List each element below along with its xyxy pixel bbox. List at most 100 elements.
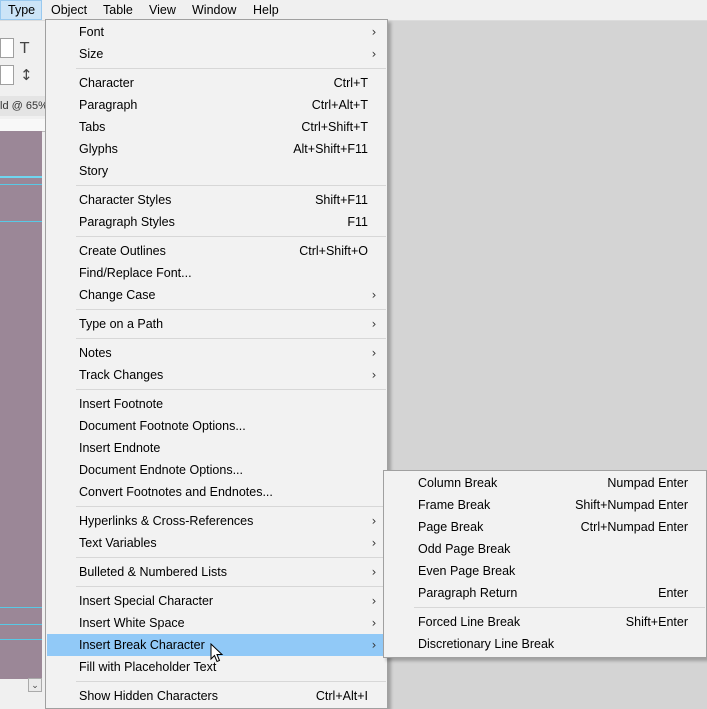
guide-line	[0, 221, 42, 222]
menu-item-show-hidden-characters[interactable]: Show Hidden Characters Ctrl+Alt+I	[47, 685, 386, 707]
menu-item-label: Insert Footnote	[79, 397, 164, 411]
menu-item-discretionary-line-break[interactable]: Discretionary Line Break	[385, 633, 705, 655]
menu-item-shortcut: Ctrl+T	[333, 76, 368, 90]
menu-help[interactable]: Help	[253, 0, 279, 20]
menu-item-insert-footnote[interactable]: Insert Footnote	[47, 393, 386, 415]
menu-window[interactable]: Window	[192, 0, 236, 20]
menu-item-paragraph[interactable]: Paragraph Ctrl+Alt+T	[47, 94, 386, 116]
menu-item-tabs[interactable]: Tabs Ctrl+Shift+T	[47, 116, 386, 138]
menu-item-label: Show Hidden Characters	[79, 689, 218, 703]
menu-item-label: Change Case	[79, 288, 156, 302]
menu-item-label: Insert Endnote	[79, 441, 161, 455]
menu-item-label: Find/Replace Font...	[79, 266, 192, 280]
font-size-field[interactable]	[0, 38, 14, 58]
type-size-icon[interactable]: T	[20, 38, 40, 58]
menu-type[interactable]: Type	[0, 0, 42, 20]
menu-item-shortcut: Ctrl+Alt+T	[311, 98, 368, 112]
menu-separator	[76, 506, 386, 507]
menu-separator	[76, 338, 386, 339]
menu-item-label: Insert Break Character	[79, 638, 205, 652]
menu-item-document-endnote-options[interactable]: Document Endnote Options...	[47, 459, 386, 481]
menu-item-shortcut: Shift+Numpad Enter	[575, 498, 688, 512]
chevron-right-icon: ›	[371, 317, 377, 331]
menu-item-column-break[interactable]: Column Break Numpad Enter	[385, 472, 705, 494]
menu-item-create-outlines[interactable]: Create Outlines Ctrl+Shift+O	[47, 240, 386, 262]
menu-item-forced-line-break[interactable]: Forced Line Break Shift+Enter	[385, 611, 705, 633]
menu-item-find-replace-font[interactable]: Find/Replace Font...	[47, 262, 386, 284]
menu-object[interactable]: Object	[51, 0, 87, 20]
menu-item-font[interactable]: Font ›	[47, 21, 386, 43]
chevron-right-icon: ›	[371, 514, 377, 528]
menu-item-document-footnote-options[interactable]: Document Footnote Options...	[47, 415, 386, 437]
menu-item-notes[interactable]: Notes ›	[47, 342, 386, 364]
menu-item-shortcut: Shift+Enter	[625, 615, 688, 629]
menu-view[interactable]: View	[149, 0, 176, 20]
mouse-pointer-icon	[210, 643, 224, 663]
menu-item-change-case[interactable]: Change Case ›	[47, 284, 386, 306]
menu-item-hyperlinks[interactable]: Hyperlinks & Cross-References ›	[47, 510, 386, 532]
menu-separator	[76, 389, 386, 390]
menu-item-label: Page Break	[418, 520, 484, 534]
menu-item-convert-footnotes[interactable]: Convert Footnotes and Endnotes...	[47, 481, 386, 503]
menu-item-label: Odd Page Break	[418, 542, 511, 556]
menu-item-label: Document Footnote Options...	[79, 419, 246, 433]
menu-item-label: Font	[79, 25, 105, 39]
menu-item-even-page-break[interactable]: Even Page Break	[385, 560, 705, 582]
scroll-down-arrow[interactable]: ⌄	[28, 678, 42, 692]
menu-table[interactable]: Table	[103, 0, 133, 20]
menu-item-shortcut: Numpad Enter	[607, 476, 688, 490]
chevron-right-icon: ›	[371, 565, 377, 579]
menu-item-page-break[interactable]: Page Break Ctrl+Numpad Enter	[385, 516, 705, 538]
menu-item-label: Fill with Placeholder Text	[79, 660, 217, 674]
menu-item-text-variables[interactable]: Text Variables ›	[47, 532, 386, 554]
menu-item-label: Notes	[79, 346, 112, 360]
document-tab[interactable]: ld @ 65%	[0, 96, 46, 116]
menu-item-insert-special-character[interactable]: Insert Special Character ›	[47, 590, 386, 612]
menu-item-insert-white-space[interactable]: Insert White Space ›	[47, 612, 386, 634]
menu-item-paragraph-styles[interactable]: Paragraph Styles F11	[47, 211, 386, 233]
menu-separator	[76, 309, 386, 310]
menu-item-label: Tabs	[79, 120, 106, 134]
chevron-right-icon: ›	[371, 616, 377, 630]
menu-item-story[interactable]: Story	[47, 160, 386, 182]
menu-item-label: Type on a Path	[79, 317, 164, 331]
menu-item-label: Paragraph	[79, 98, 138, 112]
leading-field[interactable]	[0, 65, 14, 85]
menu-item-type-on-path[interactable]: Type on a Path ›	[47, 313, 386, 335]
menu-item-paragraph-return[interactable]: Paragraph Return Enter	[385, 582, 705, 604]
menu-separator	[76, 185, 386, 186]
menu-item-odd-page-break[interactable]: Odd Page Break	[385, 538, 705, 560]
guide-line	[0, 607, 42, 608]
guide-line	[0, 184, 42, 185]
menu-item-character-styles[interactable]: Character Styles Shift+F11	[47, 189, 386, 211]
menu-item-label: Glyphs	[79, 142, 118, 156]
menu-item-bulleted-lists[interactable]: Bulleted & Numbered Lists ›	[47, 561, 386, 583]
chevron-right-icon: ›	[371, 346, 377, 360]
chevron-right-icon: ›	[371, 638, 377, 652]
menu-separator	[76, 557, 386, 558]
menu-item-size[interactable]: Size ›	[47, 43, 386, 65]
control-row-2: ↕	[0, 62, 46, 88]
guide-line	[0, 624, 42, 625]
menu-item-shortcut: Ctrl+Alt+I	[315, 689, 368, 703]
menu-item-label: Story	[79, 164, 109, 178]
menu-item-label: Insert Special Character	[79, 594, 214, 608]
pasteboard	[0, 131, 42, 679]
menu-item-label: Bulleted & Numbered Lists	[79, 565, 227, 579]
control-row-1: T	[0, 35, 46, 61]
menu-item-insert-endnote[interactable]: Insert Endnote	[47, 437, 386, 459]
menu-item-character[interactable]: Character Ctrl+T	[47, 72, 386, 94]
guide-line	[0, 176, 42, 178]
type-menu: Font › Size › Character Ctrl+T Paragraph…	[45, 19, 388, 709]
menu-item-track-changes[interactable]: Track Changes ›	[47, 364, 386, 386]
leading-icon[interactable]: ↕	[20, 65, 40, 85]
menu-item-label: Even Page Break	[418, 564, 516, 578]
chevron-right-icon: ›	[371, 368, 377, 382]
menu-item-shortcut: Ctrl+Shift+O	[299, 244, 368, 258]
menu-item-label: Hyperlinks & Cross-References	[79, 514, 254, 528]
menu-item-label: Create Outlines	[79, 244, 166, 258]
menu-bar: Type Object Table View Window Help	[0, 0, 707, 21]
menu-item-frame-break[interactable]: Frame Break Shift+Numpad Enter	[385, 494, 705, 516]
menu-item-glyphs[interactable]: Glyphs Alt+Shift+F11	[47, 138, 386, 160]
menu-item-label: Document Endnote Options...	[79, 463, 243, 477]
